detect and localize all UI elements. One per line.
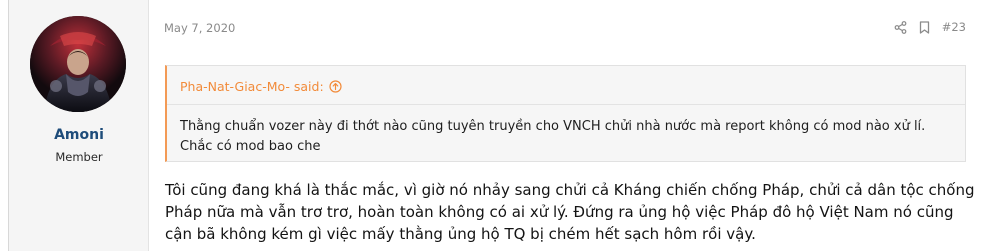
user-title: Member <box>55 150 103 164</box>
post-content: Tôi cũng đang khá là thắc mắc, vì giờ nó… <box>165 181 975 243</box>
post-actions: #23 <box>882 20 966 34</box>
post-number-link[interactable]: #23 <box>942 20 966 34</box>
message-main: May 7, 2020 #23 Pha-Nat-Giac-Mo- said: T… <box>150 0 982 251</box>
share-icon[interactable] <box>894 20 907 34</box>
arrow-up-circle-icon[interactable] <box>329 80 342 93</box>
quote-author[interactable]: Pha-Nat-Giac-Mo- said: <box>180 79 324 94</box>
avatar-image <box>30 16 126 112</box>
username-link[interactable]: Amoni <box>9 127 149 143</box>
avatar[interactable] <box>30 16 126 112</box>
bookmark-icon[interactable] <box>919 20 930 34</box>
user-cell: Amoni Member <box>9 0 149 251</box>
quote-text: Thằng chuẩn vozer này đi thớt nào cũng t… <box>180 119 926 154</box>
post-date[interactable]: May 7, 2020 <box>164 21 235 35</box>
quote-divider <box>167 104 965 105</box>
message-post: Amoni Member May 7, 2020 #23 Pha-Nat-Gia… <box>8 0 982 251</box>
quote-header[interactable]: Pha-Nat-Giac-Mo- said: <box>180 79 342 94</box>
quote-block: Pha-Nat-Giac-Mo- said: Thằng chuẩn vozer… <box>165 65 966 162</box>
